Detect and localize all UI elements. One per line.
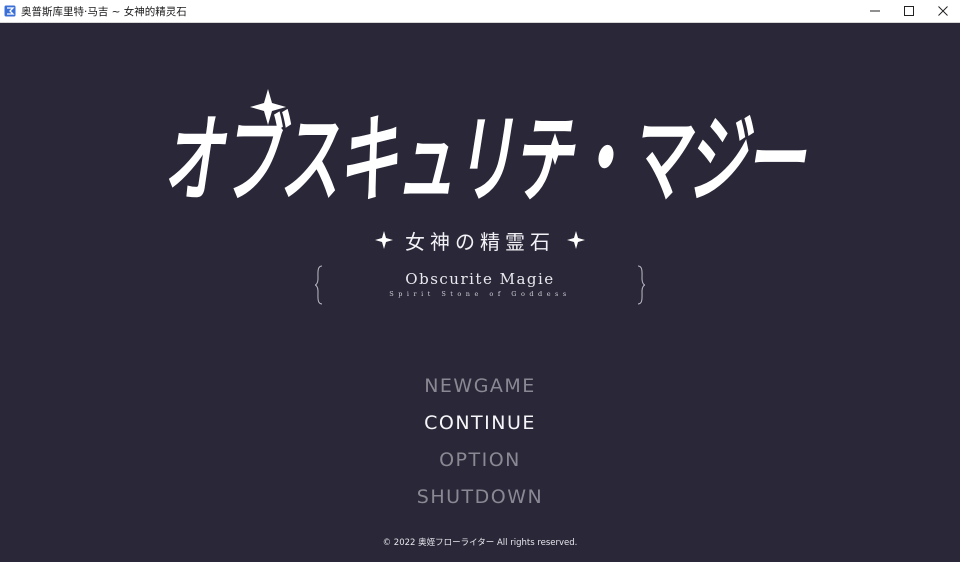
menu-item-continue[interactable]: CONTINUE (0, 410, 960, 447)
copyright-text: © 2022 奥姪フローライター All rights reserved. (382, 538, 578, 548)
logo-title: オブスキュリテ・マジー (163, 103, 807, 216)
menu-item-option[interactable]: OPTION (0, 447, 960, 484)
maximize-button[interactable] (892, 0, 926, 22)
emblem-title: Obscurite Magie (405, 270, 555, 288)
app-icon (4, 5, 16, 17)
minimize-icon (870, 10, 880, 12)
title-bar[interactable]: 奥普斯库里特·马吉 ~ 女神的精灵石 (0, 0, 960, 23)
menu-item-newgame[interactable]: NEWGAME (0, 373, 960, 410)
maximize-icon (904, 6, 914, 16)
main-menu: NEWGAME CONTINUE OPTION SHUTDOWN (0, 373, 960, 521)
window-title: 奥普斯库里特·马吉 ~ 女神的精灵石 (21, 5, 187, 18)
right-brace-ornament (637, 265, 646, 305)
star-icon (375, 231, 393, 249)
logo-emblem: Obscurite Magie Spirit Stone of Goddess (314, 265, 646, 305)
title-screen: オブスキュリテ・マジー 女神の精霊石 Obscurite Magie Spiri… (0, 23, 960, 562)
minimize-button[interactable] (858, 0, 892, 22)
window-controls (858, 0, 960, 22)
game-logo: オブスキュリテ・マジー (163, 89, 810, 216)
star-icon (567, 231, 585, 249)
game-window: 奥普斯库里特·马吉 ~ 女神的精灵石 オブスキュリテ・マジー 女神の精霊石 Ob… (0, 0, 960, 562)
emblem-subtitle: Spirit Stone of Goddess (389, 290, 571, 298)
logo-subtitle-row: 女神の精霊石 (320, 223, 640, 257)
menu-item-shutdown[interactable]: SHUTDOWN (0, 484, 960, 521)
close-button[interactable] (926, 0, 960, 22)
close-icon (938, 6, 948, 16)
logo-subtitle: 女神の精霊石 (405, 229, 555, 254)
